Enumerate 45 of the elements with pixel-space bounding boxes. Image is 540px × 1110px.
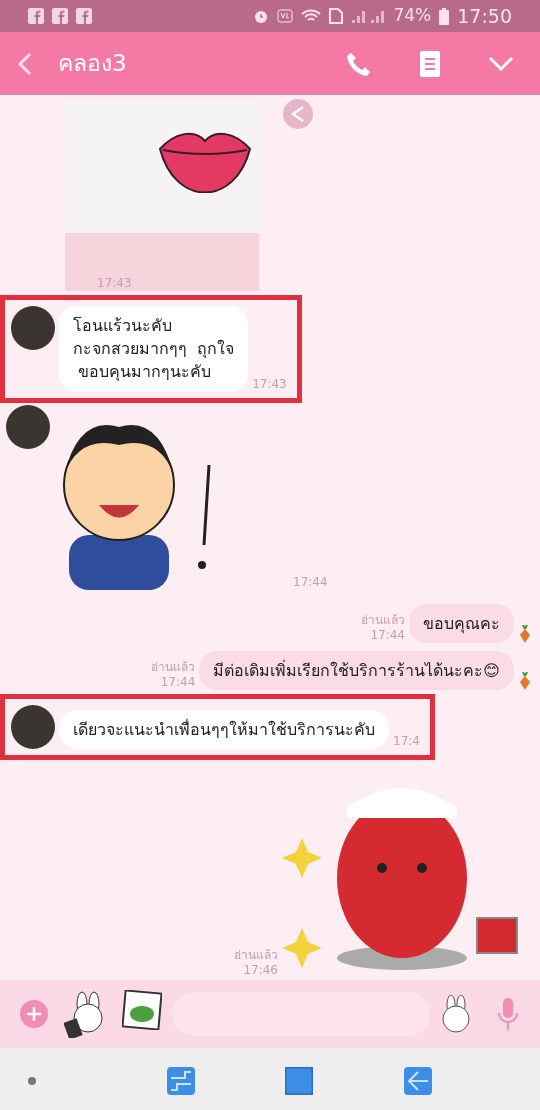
phone-icon[interactable] bbox=[346, 50, 372, 77]
message-time: 17:46 bbox=[242, 962, 278, 978]
dot-icon[interactable] bbox=[28, 1076, 36, 1085]
back-button[interactable] bbox=[18, 51, 32, 76]
message-bubble: ขอบคุณคะ bbox=[409, 603, 514, 643]
signal-icon bbox=[351, 8, 386, 24]
volte-icon bbox=[277, 8, 294, 24]
message-time: 17:43 bbox=[252, 376, 287, 392]
home-icon[interactable] bbox=[285, 1066, 314, 1095]
contact-avatar bbox=[11, 306, 55, 350]
contact-avatar bbox=[11, 704, 55, 749]
carrot-icon bbox=[518, 671, 532, 690]
carrot-icon bbox=[518, 624, 532, 643]
contact-avatar bbox=[6, 404, 50, 449]
chat-title: คลอง3 bbox=[58, 49, 128, 79]
clock-time: 17:50 bbox=[457, 3, 512, 29]
battery-percentage: 74% bbox=[393, 4, 432, 28]
read-receipt: อ่านแล้ว bbox=[361, 612, 405, 628]
notes-icon[interactable] bbox=[420, 50, 440, 77]
share-button[interactable] bbox=[283, 99, 313, 129]
battery-icon bbox=[439, 7, 450, 25]
microphone-button[interactable] bbox=[496, 998, 520, 1030]
sim-card-icon bbox=[329, 8, 344, 24]
chevron-down-icon[interactable] bbox=[488, 55, 514, 72]
message-time: 17:44 bbox=[293, 574, 328, 590]
back-icon bbox=[18, 51, 32, 76]
message-time: 17:44 bbox=[369, 627, 405, 643]
message-time: 17:43 bbox=[97, 276, 132, 291]
facebook-notification-icon bbox=[28, 8, 44, 24]
message-bubble: มีต่อเดิมเพิ่มเรียกใช้บริการร้านได้นะคะ😊 bbox=[199, 650, 514, 690]
message-time: 17:44 bbox=[159, 674, 196, 690]
recent-apps-icon[interactable] bbox=[166, 1066, 195, 1095]
bunny-sticker-button[interactable] bbox=[64, 990, 106, 1038]
back-icon[interactable] bbox=[403, 1066, 432, 1095]
read-receipt: อ่านแล้ว bbox=[151, 659, 196, 675]
plus-button[interactable] bbox=[20, 1000, 48, 1028]
message-time: 17:4 bbox=[393, 733, 420, 749]
facebook-notification-icon bbox=[76, 8, 92, 24]
facebook-notification-icon bbox=[52, 8, 68, 24]
message-bubble: โอนแร้วนะคับ กะจกสวยมากๆๆ ถุกใจ ขอบคุนมากๆนะคับ bbox=[59, 306, 249, 392]
message-bubble: เดียวจะแนะนำเพื่อนๆๆให้มาใช้บริการนะคับ bbox=[59, 709, 389, 749]
read-receipt: อ่านแล้ว bbox=[234, 947, 278, 963]
frog-photo-button[interactable] bbox=[122, 990, 162, 1030]
alarm-icon bbox=[253, 8, 270, 24]
emoji-button[interactable] bbox=[440, 995, 472, 1033]
